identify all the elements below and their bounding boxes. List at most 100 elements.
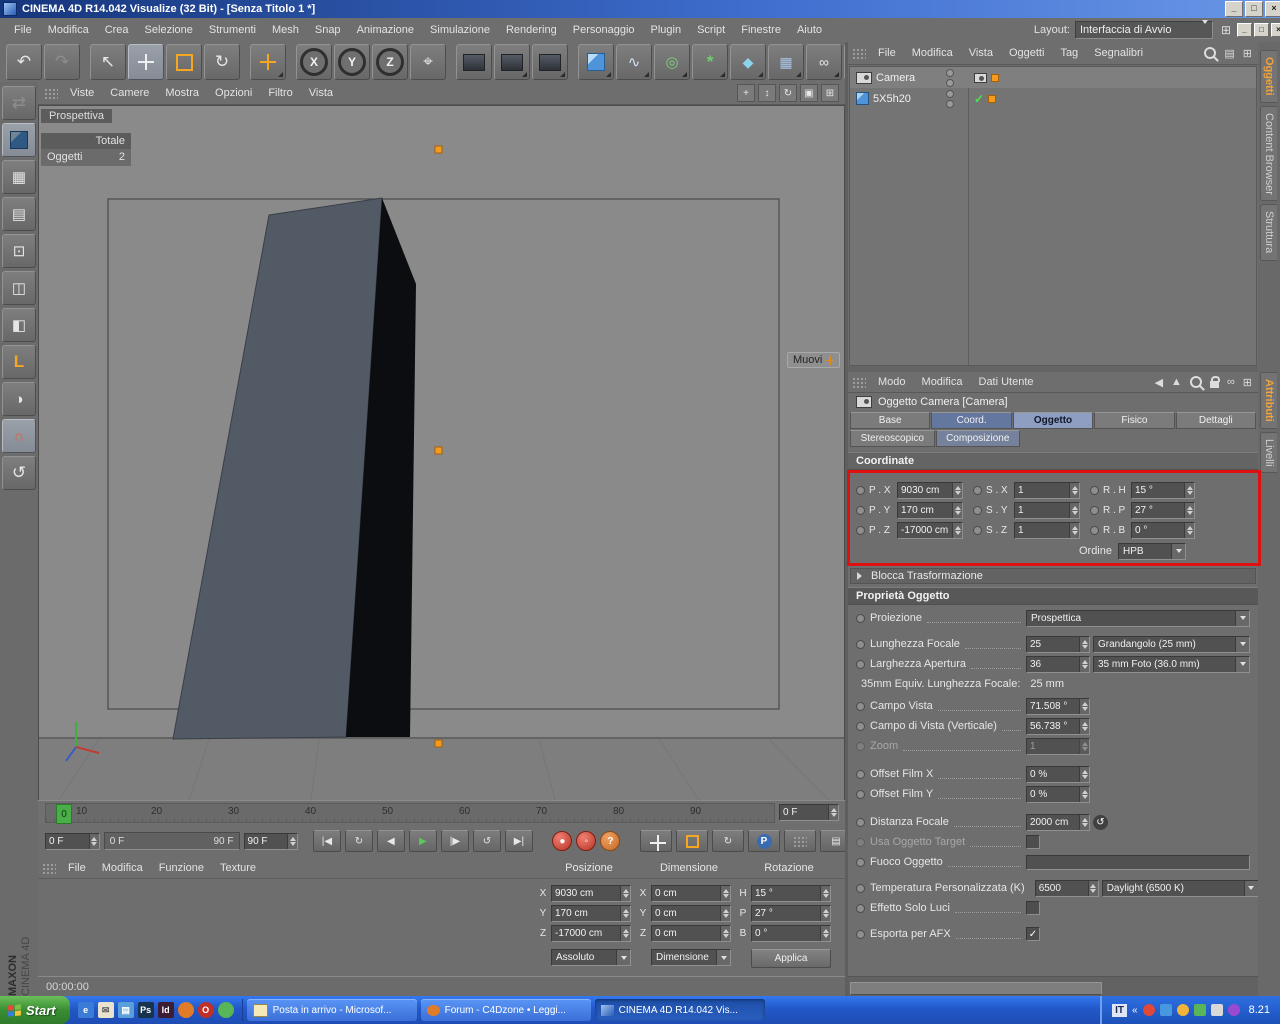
tab-livelli-vertical[interactable]: Livelli bbox=[1260, 431, 1277, 474]
add-environment-button[interactable]: ◆ bbox=[730, 44, 766, 80]
tab-oggetto[interactable]: Oggetto bbox=[1012, 412, 1094, 429]
viewport-pan-icon[interactable]: + bbox=[737, 84, 755, 102]
anim-dot-icon[interactable] bbox=[856, 857, 865, 867]
view-label[interactable]: Prospettiva bbox=[41, 109, 113, 123]
size-mode-dropdown[interactable]: Dimensione bbox=[651, 949, 731, 966]
tab-base[interactable]: Base bbox=[850, 412, 931, 429]
anim-dot-icon[interactable] bbox=[1090, 525, 1099, 535]
offset-film-y-field[interactable]: 0 % bbox=[1026, 785, 1090, 803]
anim-dot-icon[interactable] bbox=[856, 613, 865, 623]
timeline-ruler[interactable]: 0 10 20 30 40 50 60 70 80 90 0 F bbox=[38, 800, 845, 826]
tab-fisico[interactable]: Fisico bbox=[1094, 412, 1175, 429]
py-field[interactable]: 170 cm bbox=[897, 501, 963, 519]
tray-expand-icon[interactable]: « bbox=[1132, 1005, 1138, 1016]
mdi-restore-button[interactable]: □ bbox=[1254, 23, 1269, 37]
om-menu-segnalibri[interactable]: Segnalibri bbox=[1086, 45, 1151, 61]
anim-dot-icon[interactable] bbox=[856, 817, 865, 827]
anim-dot-icon[interactable] bbox=[856, 701, 865, 711]
anim-dot-icon[interactable] bbox=[856, 485, 865, 495]
visibility-toggles[interactable] bbox=[946, 89, 954, 108]
sx-field[interactable]: 1 bbox=[1014, 481, 1080, 499]
add-generator-button[interactable]: ◎ bbox=[654, 44, 690, 80]
menu-selezione[interactable]: Selezione bbox=[137, 22, 201, 38]
language-indicator[interactable]: IT bbox=[1112, 1003, 1128, 1017]
panel-icon[interactable]: ⊞ bbox=[1243, 47, 1252, 60]
spinner-icon[interactable] bbox=[1069, 502, 1079, 518]
section-coordinate[interactable]: Coordinate bbox=[848, 452, 1258, 470]
drag-handle-icon[interactable] bbox=[42, 862, 56, 874]
spinner-icon[interactable] bbox=[720, 905, 730, 921]
spinner-icon[interactable] bbox=[1079, 656, 1089, 672]
quick-launch-mail-icon[interactable]: ✉ bbox=[97, 1002, 114, 1018]
drag-handle-icon[interactable] bbox=[852, 376, 866, 388]
anim-dot-icon[interactable] bbox=[856, 903, 865, 913]
anim-dot-icon[interactable] bbox=[856, 789, 865, 799]
spinner-icon[interactable] bbox=[828, 805, 838, 820]
menu-plugin[interactable]: Plugin bbox=[643, 22, 690, 38]
spinner-icon[interactable] bbox=[1079, 636, 1089, 652]
goto-end-button[interactable]: ▶| bbox=[504, 830, 533, 852]
menu-modifica[interactable]: Modifica bbox=[40, 22, 97, 38]
proiezione-dropdown[interactable]: Prospettica bbox=[1026, 609, 1250, 627]
object-front-face[interactable] bbox=[172, 197, 383, 740]
am-menu-modifica[interactable]: Modifica bbox=[914, 374, 971, 390]
spinner-icon[interactable] bbox=[1079, 814, 1089, 830]
undo-button[interactable]: ↶ bbox=[6, 44, 42, 80]
fuoco-oggetto-linkbox[interactable] bbox=[1026, 854, 1250, 870]
maximize-button[interactable]: □ bbox=[1245, 1, 1263, 17]
tab-coord[interactable]: Coord. bbox=[931, 412, 1012, 429]
object-name[interactable]: Camera bbox=[876, 72, 915, 84]
mdi-minimize-button[interactable]: _ bbox=[1237, 23, 1252, 37]
target-handle-icon[interactable] bbox=[988, 94, 997, 103]
history-back-icon[interactable]: ◀ bbox=[1155, 376, 1163, 389]
make-editable-button[interactable]: ⇄ bbox=[2, 86, 36, 120]
menu-snap[interactable]: Snap bbox=[307, 22, 349, 38]
tab-dettagli[interactable]: Dettagli bbox=[1175, 412, 1257, 429]
scale-tool[interactable] bbox=[166, 44, 202, 80]
key-position-toggle[interactable] bbox=[640, 830, 672, 852]
temperatura-field[interactable]: 6500 bbox=[1034, 879, 1099, 897]
spinner-icon[interactable] bbox=[820, 925, 830, 941]
coordinate-system-button[interactable]: ⌖ bbox=[410, 44, 446, 80]
play-loop-button[interactable]: ↻ bbox=[344, 830, 373, 852]
lock-z-axis-button[interactable]: Z bbox=[372, 44, 408, 80]
rotate-tool[interactable]: ↻ bbox=[204, 44, 240, 80]
tab-attributi-vertical[interactable]: Attributi bbox=[1260, 372, 1277, 429]
axis-mode-button[interactable]: L bbox=[2, 345, 36, 379]
cm-menu-modifica[interactable]: Modifica bbox=[94, 860, 151, 876]
menu-file[interactable]: File bbox=[6, 22, 40, 38]
polygons-mode-button[interactable]: ◧ bbox=[2, 308, 36, 342]
anim-dot-icon[interactable] bbox=[856, 929, 865, 939]
close-button[interactable]: × bbox=[1265, 1, 1280, 17]
spinner-icon[interactable] bbox=[1079, 718, 1089, 734]
quick-launch-browser-icon[interactable]: e bbox=[77, 1002, 94, 1018]
menu-mesh[interactable]: Mesh bbox=[264, 22, 307, 38]
frame-range-slider[interactable]: 0 F 90 F bbox=[103, 832, 240, 850]
position-y-field[interactable]: 170 cm bbox=[551, 904, 631, 922]
quantize-button[interactable]: ↺ bbox=[2, 456, 36, 490]
move-tool[interactable] bbox=[128, 44, 164, 80]
viewport-menu-viste[interactable]: Viste bbox=[62, 85, 102, 101]
menu-simulazione[interactable]: Simulazione bbox=[422, 22, 498, 38]
key-rotation-toggle[interactable]: ↻ bbox=[712, 830, 744, 852]
add-primitive-cube-button[interactable] bbox=[578, 44, 614, 80]
autokey-button[interactable]: ◦ bbox=[576, 831, 597, 851]
distanza-focale-field[interactable]: 2000 cm bbox=[1026, 813, 1090, 831]
taskbar-task-cinema4d[interactable]: CINEMA 4D R14.042 Vis... bbox=[594, 999, 765, 1021]
spinner-icon[interactable] bbox=[1079, 698, 1089, 714]
am-menu-modo[interactable]: Modo bbox=[870, 374, 914, 390]
previous-frame-button[interactable]: ◀ bbox=[376, 830, 405, 852]
render-view-button[interactable] bbox=[456, 44, 492, 80]
quick-launch-photoshop-icon[interactable]: Ps bbox=[137, 1002, 154, 1018]
snap-toggle-button[interactable]: ∩ bbox=[2, 419, 36, 453]
quick-launch-indesign-icon[interactable]: Id bbox=[157, 1002, 174, 1018]
play-sound-button[interactable]: ↺ bbox=[472, 830, 501, 852]
anim-dot-icon[interactable] bbox=[973, 505, 982, 515]
om-menu-file[interactable]: File bbox=[870, 45, 904, 61]
size-z-field[interactable]: 0 cm bbox=[651, 924, 731, 942]
menu-rendering[interactable]: Rendering bbox=[498, 22, 565, 38]
anim-dot-icon[interactable] bbox=[856, 883, 865, 893]
quick-launch-opera-icon[interactable]: O bbox=[197, 1002, 214, 1018]
target-handle-icon[interactable] bbox=[991, 73, 999, 82]
search-icon[interactable] bbox=[1189, 376, 1202, 388]
